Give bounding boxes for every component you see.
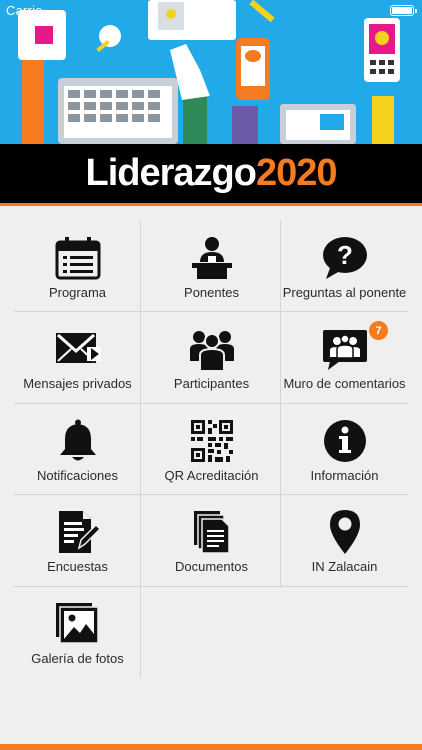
brand-year: 2020 (255, 152, 338, 194)
map-pin-icon (321, 509, 369, 555)
speaker-podium-icon (188, 235, 236, 281)
battery-icon (390, 5, 417, 16)
menu-item-documentos[interactable]: Documentos (148, 495, 275, 586)
photo-gallery-icon (54, 601, 102, 647)
calendar-icon (54, 235, 102, 281)
envelope-icon (54, 326, 102, 372)
group-icon (188, 326, 236, 372)
brand-bar: Liderazgo2020 (0, 144, 422, 206)
footer-accent-bar (0, 744, 422, 750)
menu-item-label: Ponentes (184, 285, 239, 300)
menu-item-notificaciones[interactable]: Notificaciones (14, 404, 141, 495)
menu-item-qr[interactable]: QR Acreditación (148, 404, 275, 495)
clock-label: PM (215, 3, 235, 18)
menu-item-label: Documentos (175, 559, 248, 574)
menu-item-mensajes[interactable]: Mensajes privados (14, 312, 141, 403)
menu-item-label: Muro de comentarios (283, 376, 406, 391)
menu-item-programa[interactable]: Programa (14, 221, 141, 312)
menu-item-label: Programa (48, 285, 107, 300)
menu-item-preguntas[interactable]: ? Preguntas al ponente (281, 221, 408, 312)
menu-item-ponentes[interactable]: Ponentes (148, 221, 275, 312)
menu-item-label: Participantes (173, 376, 250, 391)
menu-item-label: Mensajes privados (23, 376, 132, 391)
brand-name: Liderazgo (85, 152, 256, 194)
menu-item-participantes[interactable]: Participantes (148, 312, 275, 403)
unread-count-badge: 7 (369, 321, 388, 340)
bell-icon (54, 418, 102, 464)
app-logo: Liderazgo2020 (85, 152, 338, 195)
info-icon (321, 418, 369, 464)
menu-item-ubicacion[interactable]: IN Zalacain (281, 495, 408, 586)
qr-code-icon (188, 418, 236, 464)
menu-item-label: Notificaciones (37, 468, 118, 483)
menu-item-galeria[interactable]: Galería de fotos (14, 587, 141, 678)
header-illustration: Carrie PM (0, 0, 422, 144)
menu-item-label: IN Zalacain (311, 559, 378, 574)
menu-item-informacion[interactable]: Información (281, 404, 408, 495)
question-bubble-icon: ? (321, 235, 369, 281)
survey-pencil-icon (54, 509, 102, 555)
documents-icon (188, 509, 236, 555)
status-bar: Carrie PM (0, 0, 422, 22)
menu-item-label: QR Acreditación (164, 468, 259, 483)
menu-item-label: Información (310, 468, 379, 483)
menu-item-label: Galería de fotos (31, 651, 124, 666)
menu-item-label: Preguntas al ponente (282, 285, 407, 300)
menu-item-muro[interactable]: 7 Muro de comentarios (281, 312, 408, 403)
carrier-label: Carrie (6, 3, 43, 18)
menu-item-encuestas[interactable]: Encuestas (14, 495, 141, 586)
menu-item-label: Encuestas (47, 559, 108, 574)
svg-text:?: ? (337, 240, 353, 270)
comment-wall-icon (321, 326, 369, 372)
